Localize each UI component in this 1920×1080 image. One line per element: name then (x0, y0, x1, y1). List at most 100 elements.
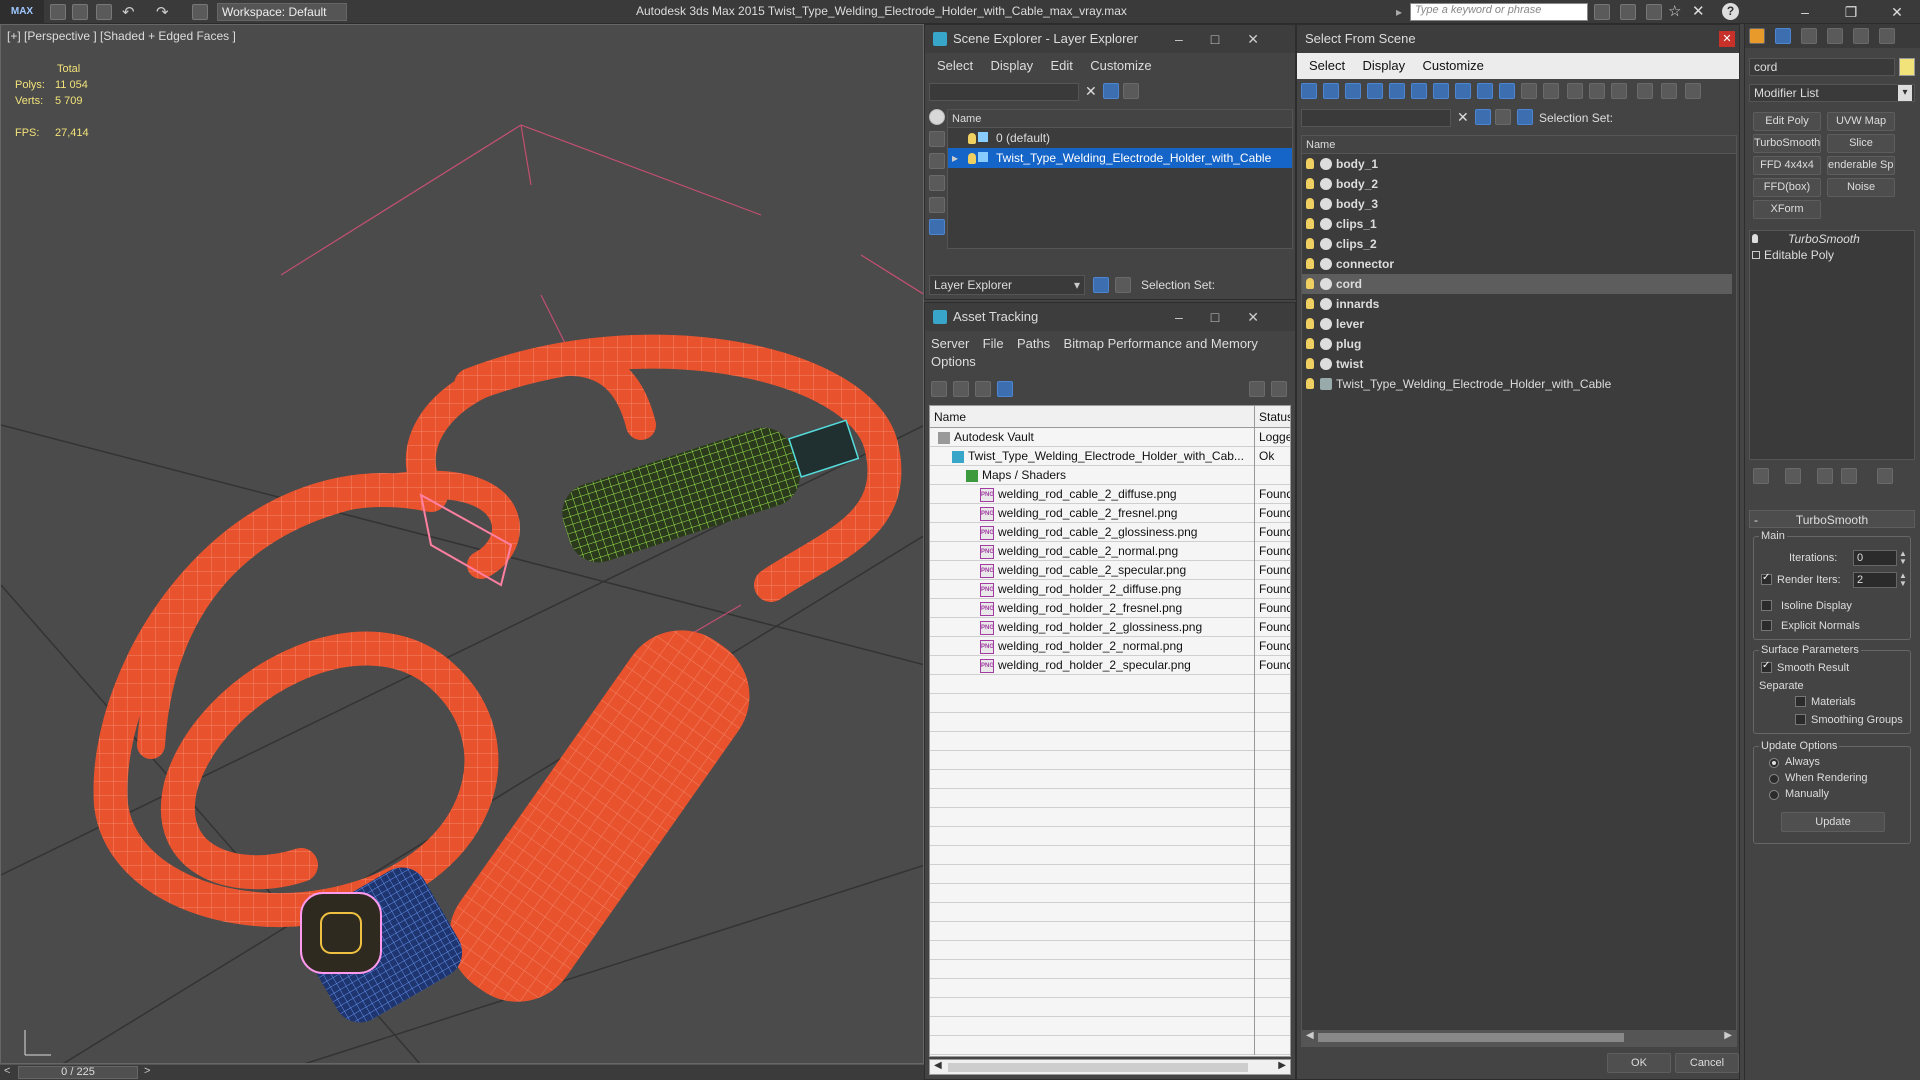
scroll-left-icon[interactable]: ◀ (934, 1060, 942, 1071)
menu-select[interactable]: Select (1309, 53, 1345, 79)
lightbulb-icon[interactable] (1306, 178, 1314, 189)
menu-customize[interactable]: Customize (1090, 53, 1151, 79)
thumbnail-view-icon[interactable] (975, 381, 991, 397)
clear-search-icon[interactable]: ✕ (1457, 109, 1469, 126)
object-color-swatch[interactable] (1899, 58, 1915, 76)
display-tab-icon[interactable] (1853, 28, 1869, 44)
refresh-icon[interactable] (931, 381, 947, 397)
object-row[interactable]: twist (1302, 354, 1732, 374)
scroll-right-icon[interactable]: ▶ (1278, 1060, 1286, 1071)
layer-manager-icon[interactable] (1093, 277, 1109, 293)
object-row[interactable]: clips_2 (1302, 234, 1732, 254)
utilities-tab-icon[interactable] (1879, 28, 1895, 44)
hierarchy-view-icon[interactable] (1661, 83, 1677, 99)
time-slider-handle[interactable]: 0 / 225 (18, 1066, 138, 1079)
filter-lights-icon[interactable] (1345, 83, 1361, 99)
open-file-icon[interactable] (72, 4, 88, 20)
table-view-icon[interactable] (997, 381, 1013, 397)
modifier-button-xform[interactable]: XForm (1753, 200, 1821, 219)
object-row[interactable]: lever (1302, 314, 1732, 334)
lightbulb-icon[interactable] (1306, 198, 1314, 209)
undo-icon[interactable]: ↶ (122, 3, 135, 21)
lightbulb-icon[interactable] (968, 153, 976, 164)
isoline-display-checkbox[interactable] (1761, 600, 1772, 611)
exchange-icon[interactable] (1646, 4, 1662, 20)
hierarchy-icon[interactable] (1115, 277, 1131, 293)
asset-row[interactable]: PNG welding_rod_holder_2_specular.png Foun… (930, 656, 1290, 675)
search-input[interactable]: Type a keyword or phrase (1410, 3, 1588, 21)
explorer-type-dropdown[interactable]: Layer Explorer ▾ (929, 275, 1085, 295)
object-row[interactable]: innards (1302, 294, 1732, 314)
clear-search-icon[interactable]: ✕ (1085, 83, 1097, 100)
modifier-button-slice[interactable]: Slice (1827, 134, 1895, 153)
asset-horizontal-scrollbar[interactable]: ◀ ▶ (929, 1059, 1291, 1075)
asset-tracking-window-controls[interactable]: –□✕ (1175, 303, 1287, 331)
restore-window-button[interactable]: ❐ (1828, 0, 1874, 24)
filter-containers-icon[interactable] (1499, 83, 1515, 99)
lightbulb-icon[interactable] (1306, 158, 1314, 169)
cancel-button[interactable]: Cancel (1675, 1053, 1739, 1073)
smoothing-groups-checkbox[interactable] (1795, 714, 1806, 725)
close-window-button[interactable]: ✕ (1874, 0, 1920, 24)
lightbulb-icon[interactable] (1306, 258, 1314, 269)
new-file-icon[interactable] (50, 4, 66, 20)
scene-explorer-titlebar[interactable]: Scene Explorer - Layer Explorer –□✕ (925, 25, 1295, 53)
filter-geometry-icon[interactable] (1301, 83, 1317, 99)
filter-icon[interactable] (1475, 109, 1491, 125)
perspective-viewport[interactable]: [+] [Perspective ] [Shaded + Edged Faces… (0, 24, 924, 1064)
display-all-icon[interactable] (929, 219, 945, 235)
lightbulb-icon[interactable] (1306, 318, 1314, 329)
asset-row[interactable]: PNG welding_rod_cable_2_glossiness.png Fou… (930, 523, 1290, 542)
make-unique-icon[interactable] (1817, 468, 1833, 484)
layer-row-selected[interactable]: ▸ Twist_Type_Welding_Electrode_Holder_wi… (948, 148, 1292, 168)
menu-customize[interactable]: Customize (1422, 53, 1483, 79)
redo-icon[interactable]: ↷ (156, 3, 169, 21)
hierarchy-tab-icon[interactable] (1801, 28, 1817, 44)
scroll-thumb[interactable] (1318, 1033, 1624, 1042)
render-iters-spinner[interactable]: 2 (1853, 572, 1897, 588)
display-helpers-icon[interactable] (929, 197, 945, 213)
menu-display[interactable]: Display (1362, 53, 1405, 79)
asset-row[interactable]: PNG welding_rod_cable_2_specular.png Found (930, 561, 1290, 580)
close-x-icon[interactable]: ✕ (1692, 2, 1705, 20)
lightbulb-icon[interactable] (1306, 338, 1314, 349)
selection-set-icon[interactable] (1517, 109, 1533, 125)
lightbulb-icon[interactable] (968, 133, 976, 144)
menu-server[interactable]: Server (931, 335, 969, 353)
invert-selection-icon[interactable] (1589, 83, 1605, 99)
asset-tracking-titlebar[interactable]: Asset Tracking –□✕ (925, 303, 1295, 331)
spinner-arrows-icon[interactable]: ▲ ▼ (1899, 550, 1907, 566)
scroll-thumb[interactable] (948, 1063, 1248, 1072)
object-row[interactable]: body_1 (1302, 154, 1732, 174)
filter-funnel-icon[interactable] (1637, 83, 1653, 99)
asset-row[interactable]: Maps / Shaders (930, 466, 1290, 485)
object-row[interactable]: cord (1302, 274, 1732, 294)
tools-icon[interactable] (1620, 4, 1636, 20)
time-next-button[interactable]: > (144, 1065, 150, 1077)
app-menu-button[interactable]: MAX (0, 0, 44, 24)
lightbulb-icon[interactable] (1306, 238, 1314, 249)
iterations-spinner[interactable]: 0 (1853, 550, 1897, 566)
modifier-button-uvw-map[interactable]: UVW Map (1827, 112, 1895, 131)
menu-options[interactable]: Options (931, 353, 976, 371)
expand-arrow-icon[interactable]: ▸ (952, 148, 958, 168)
menu-display[interactable]: Display (990, 53, 1033, 79)
object-row[interactable]: clips_1 (1302, 214, 1732, 234)
filter-cameras-icon[interactable] (1367, 83, 1383, 99)
scroll-left-icon[interactable]: ◀ (1306, 1030, 1314, 1041)
layer-icon[interactable] (1495, 109, 1511, 125)
project-folder-icon[interactable] (192, 4, 208, 20)
display-cameras-icon[interactable] (929, 175, 945, 191)
menu-file[interactable]: File (983, 335, 1004, 353)
object-row[interactable]: body_2 (1302, 174, 1732, 194)
object-list-scrollbar[interactable]: ◀ ▶ (1302, 1030, 1736, 1046)
asset-row[interactable]: PNG welding_rod_holder_2_glossiness.png Fo… (930, 618, 1290, 637)
filter-bones-icon[interactable] (1477, 83, 1493, 99)
scene-explorer-window-controls[interactable]: –□✕ (1175, 25, 1287, 53)
update-button[interactable]: Update (1781, 812, 1885, 832)
close-dialog-button[interactable]: ✕ (1719, 31, 1735, 47)
ok-button[interactable]: OK (1607, 1053, 1671, 1073)
select-search-input[interactable] (1301, 109, 1451, 127)
asset-row[interactable]: Twist_Type_Welding_Electrode_Holder_with… (930, 447, 1290, 466)
modifier-button-ffd-4x4x4[interactable]: FFD 4x4x4 (1753, 156, 1821, 175)
